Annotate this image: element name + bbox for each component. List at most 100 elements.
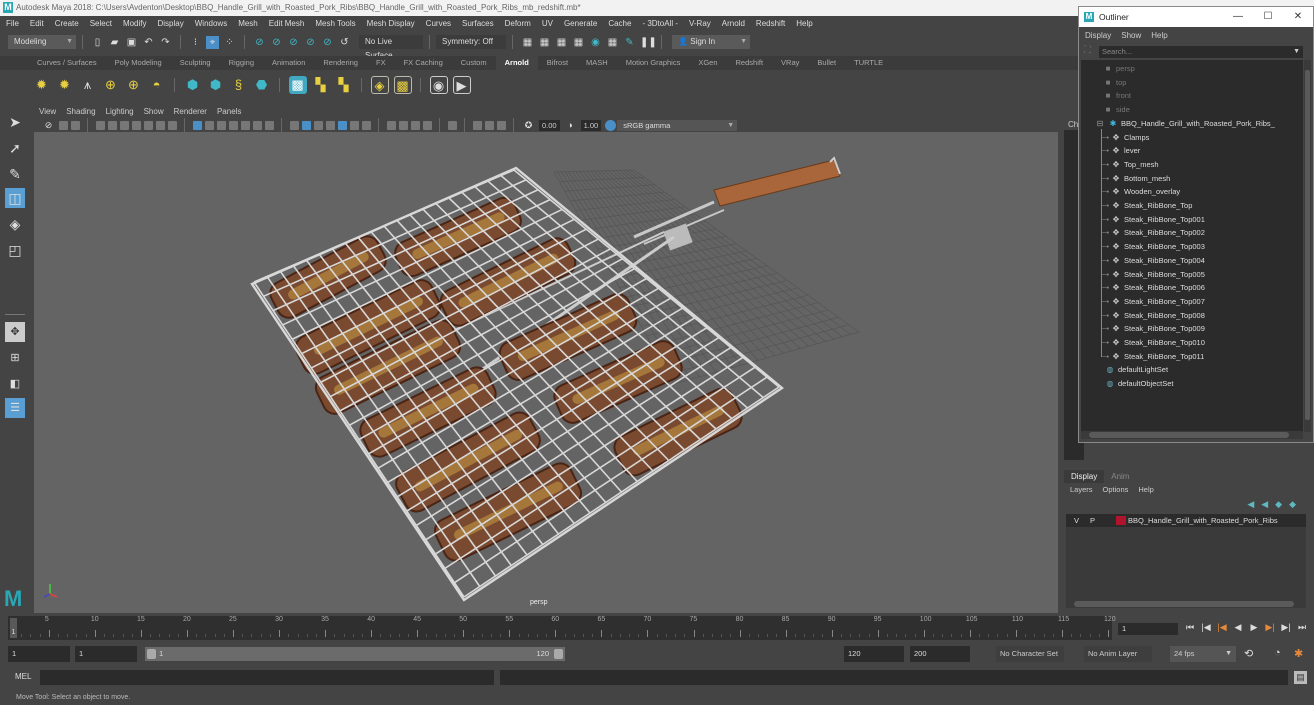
step-forward-frame-icon[interactable]: ▶| [1278, 622, 1294, 633]
light-editor-icon[interactable]: ✎ [623, 36, 636, 49]
command-input[interactable] [40, 670, 494, 685]
outliner-search-input[interactable]: Search... ▼ [1099, 46, 1303, 58]
skydome-light-icon[interactable]: ✹ [56, 76, 74, 94]
two-pane-layout-icon[interactable]: ◧ [5, 374, 25, 394]
layer-row[interactable]: V P BBQ_Handle_Grill_with_Roasted_Pork_R… [1066, 514, 1306, 527]
camera-attributes-icon[interactable] [58, 120, 68, 130]
snap-grid-icon[interactable]: ⊘ [253, 36, 266, 49]
outliner-item-camera[interactable]: ■ side [1103, 103, 1130, 116]
ipr-render-icon[interactable]: ▦ [555, 36, 568, 49]
viewport-menu-lighting[interactable]: Lighting [106, 107, 134, 116]
shelf-tab-redshift[interactable]: Redshift [727, 56, 773, 70]
paint-select-tool-icon[interactable]: ✎ [5, 164, 25, 184]
shelf-tab-sculpting[interactable]: Sculpting [171, 56, 220, 70]
grid-icon[interactable] [167, 120, 177, 130]
rotate-tool-icon[interactable]: ◈ [5, 214, 25, 234]
outliner-item-mesh[interactable]: ─• ✥ Steak_RibBone_Top010 [1101, 336, 1205, 349]
physical-sky-icon[interactable]: ◓ [148, 76, 166, 94]
curve-collector-icon[interactable]: § [230, 76, 248, 94]
shelf-tab-bullet[interactable]: Bullet [808, 56, 845, 70]
menu-edit-mesh[interactable]: Edit Mesh [269, 19, 305, 28]
resolution-gate-icon[interactable] [204, 120, 214, 130]
outliner-item-camera[interactable]: ■ top [1103, 76, 1127, 89]
exposure-field[interactable]: 0.00 [539, 119, 560, 131]
move-tool-icon[interactable]: ◫ [5, 188, 25, 208]
shelf-tab-custom[interactable]: Custom [452, 56, 496, 70]
wireframe-on-shaded-icon[interactable] [325, 120, 335, 130]
range-end-handle[interactable] [554, 649, 563, 659]
menu-surfaces[interactable]: Surfaces [462, 19, 494, 28]
menu-help[interactable]: Help [1138, 485, 1153, 494]
outliner-item-mesh[interactable]: ─• ✥ Bottom_mesh [1101, 172, 1170, 185]
snap-point-icon[interactable]: ⊘ [287, 36, 300, 49]
safe-action-icon[interactable] [240, 120, 250, 130]
create-standin-icon[interactable]: ⬢ [184, 76, 202, 94]
go-to-start-icon[interactable]: ⏮ [1182, 622, 1198, 633]
outliner-item-root[interactable]: ⊟ ✱ BBQ_Handle_Grill_with_Roasted_Pork_Rib… [1095, 117, 1275, 130]
outliner-item-mesh[interactable]: ─• ✥ Steak_RibBone_Top005 [1101, 268, 1205, 281]
live-surface-field[interactable]: No Live Surface [359, 35, 423, 60]
menu-windows[interactable]: Windows [195, 19, 227, 28]
single-pane-layout-icon[interactable]: ✥ [5, 322, 25, 342]
sphere-light-icon[interactable]: ⊕ [102, 76, 120, 94]
visibility-toggle[interactable]: V [1074, 514, 1079, 527]
shelf-tab-animation[interactable]: Animation [263, 56, 314, 70]
symmetry-dropdown[interactable]: Symmetry: Off [436, 35, 506, 49]
menu-curves[interactable]: Curves [426, 19, 451, 28]
menu-uv[interactable]: UV [542, 19, 553, 28]
gamma-field[interactable]: 1.00 [580, 119, 602, 131]
menu-3dtoall[interactable]: - 3DtoAll - [642, 19, 678, 28]
render-view-icon[interactable]: ▩ [288, 76, 307, 94]
four-pane-layout-icon[interactable]: ⊞ [5, 348, 25, 368]
menu-mesh-display[interactable]: Mesh Display [367, 19, 415, 28]
filter-icon[interactable]: ⛶ [1084, 45, 1091, 56]
anim-layer-dropdown[interactable]: No Anim Layer [1084, 646, 1152, 662]
menu-redshift[interactable]: Redshift [756, 19, 785, 28]
step-back-key-icon[interactable]: |◀ [1214, 622, 1230, 633]
range-start-handle[interactable] [147, 649, 156, 659]
new-empty-layer-icon[interactable]: ◆ [1275, 499, 1282, 510]
wireframe-icon[interactable] [289, 120, 299, 130]
redo-icon[interactable]: ↷ [159, 36, 172, 49]
viewport-menu-renderer[interactable]: Renderer [174, 107, 207, 116]
xray-icon[interactable] [472, 120, 482, 130]
menu-select[interactable]: Select [90, 19, 112, 28]
mesh-light-icon[interactable]: ⊕ [125, 76, 143, 94]
outliner-item-camera[interactable]: ■ front [1103, 89, 1131, 102]
sign-in-button[interactable]: 👤 Sign In ▼ [672, 35, 750, 49]
menu-mesh-tools[interactable]: Mesh Tools [315, 19, 355, 28]
texture-icon[interactable]: ▚ [312, 76, 330, 94]
minimize-icon[interactable]: — [1223, 7, 1253, 27]
shelf-tab-motion-graphics[interactable]: Motion Graphics [617, 56, 690, 70]
ipr-icon[interactable]: ◉ [429, 76, 448, 94]
play-forwards-icon[interactable]: ▶ [1246, 622, 1262, 633]
snap-curve-icon[interactable]: ⊘ [270, 36, 283, 49]
outliner-menu-display[interactable]: Display [1085, 31, 1111, 40]
film-gate-icon[interactable] [192, 120, 202, 130]
new-layer-selected-icon[interactable]: ◆ [1289, 499, 1296, 510]
viewport-persp[interactable]: persp [34, 132, 1058, 613]
open-scene-icon[interactable]: ▰ [108, 36, 121, 49]
play-backwards-icon[interactable]: ◀ [1230, 622, 1246, 633]
menu-v-ray[interactable]: V-Ray [689, 19, 711, 28]
start-time-field[interactable]: 1 [8, 646, 70, 662]
outliner-horizontal-scrollbar[interactable] [1081, 431, 1303, 439]
motion-blur-icon[interactable] [398, 120, 408, 130]
xray-joints-icon[interactable] [496, 120, 506, 130]
layer-name[interactable]: BBQ_Handle_Grill_with_Roasted_Pork_Ribs [1128, 514, 1278, 527]
select-tool-icon[interactable]: ➤ [5, 112, 25, 132]
outliner-item-camera[interactable]: ■ persp [1103, 62, 1135, 75]
pause-viewport-icon[interactable]: ❚❚ [640, 36, 657, 49]
outliner-item-mesh[interactable]: ─• ✥ Steak_RibBone_Top007 [1101, 295, 1205, 308]
standin-export-icon[interactable]: ⬢ [207, 76, 225, 94]
time-ruler[interactable]: 1 5 10 15 20 25 30 35 40 45 50 55 60 65 70 75 80 85 90 95 1… [8, 616, 1116, 640]
volume-icon[interactable]: ⬣ [253, 76, 271, 94]
outliner-item-mesh[interactable]: ─• ✥ Steak_RibBone_Top001 [1101, 213, 1205, 226]
color-management-icon[interactable] [604, 119, 616, 131]
menu-cache[interactable]: Cache [608, 19, 631, 28]
shelf-tab-curves-surfaces[interactable]: Curves / Surfaces [28, 56, 106, 70]
shadows-icon[interactable] [361, 120, 371, 130]
shelf-tab-fx[interactable]: FX [367, 56, 395, 70]
hypershade-icon[interactable]: ◉ [589, 36, 602, 49]
anim-preferences-icon[interactable]: ✱ [1294, 647, 1303, 660]
